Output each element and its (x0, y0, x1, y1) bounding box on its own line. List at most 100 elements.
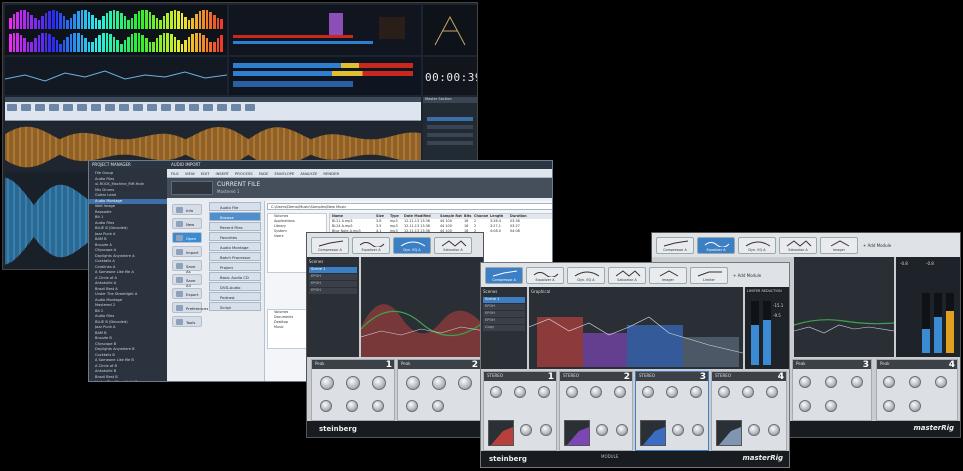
q-knob[interactable] (458, 376, 472, 390)
release-knob[interactable] (768, 424, 780, 436)
ribbon-tool-icon[interactable] (77, 104, 87, 111)
nav-export-button[interactable]: Export (172, 288, 202, 299)
menu-basic-audio-cd[interactable]: Basic Audio CD (209, 272, 261, 281)
tab-file[interactable]: FILE (171, 171, 179, 176)
tab-render[interactable]: RENDER (323, 171, 339, 176)
tab-process[interactable]: PROCESS (235, 171, 253, 176)
gain-knob-8[interactable] (909, 400, 921, 412)
freq-knob-7[interactable] (799, 400, 811, 412)
freq-knob[interactable] (799, 376, 811, 388)
menu-recent-files[interactable]: Recent Files (209, 222, 261, 231)
ribbon-tool-icon[interactable] (105, 104, 115, 111)
module-dyn-eq[interactable]: Dyn. EQ A (393, 236, 431, 254)
ribbon-tool-icon[interactable] (133, 104, 143, 111)
tab-view[interactable]: VIEW (185, 171, 195, 176)
menu-browse[interactable]: Browse (209, 212, 261, 221)
threshold-knob[interactable] (490, 386, 502, 398)
ribbon-tool-icon[interactable] (231, 104, 241, 111)
scene-item[interactable]: EPOH (309, 288, 357, 294)
module-compressor[interactable]: Compressor A (311, 236, 349, 254)
module-saturator[interactable]: Saturator A (434, 236, 472, 254)
ribbon-tool-icon[interactable] (35, 104, 45, 111)
eq-graph-right[interactable] (793, 257, 895, 357)
ratio-knob[interactable] (514, 386, 526, 398)
eq-graph-left[interactable] (360, 257, 483, 357)
attack-knob[interactable] (748, 424, 760, 436)
module-equalizer[interactable]: Equalizer A (526, 266, 564, 284)
release-knob[interactable] (616, 424, 628, 436)
menu-audio-file[interactable]: Audio File (209, 202, 261, 211)
range-knob[interactable] (372, 400, 384, 412)
ribbon-tool-icon[interactable] (217, 104, 227, 111)
module-equalizer[interactable]: Equalizer A (697, 236, 735, 254)
nav-import-button[interactable]: Import (172, 246, 202, 257)
nav-save-as-button[interactable]: Save As (172, 260, 202, 274)
ribbon-tool-icon[interactable] (49, 104, 59, 111)
waveform-track-blue[interactable] (4, 173, 95, 269)
freq-knob[interactable] (406, 376, 420, 390)
ratio-knob[interactable] (666, 386, 678, 398)
module-compressor[interactable]: Compressor A (485, 266, 523, 284)
menu-batch-processor[interactable]: Batch Processor (209, 252, 261, 261)
q-knob[interactable] (851, 376, 863, 388)
gain-knob[interactable] (909, 376, 921, 388)
scene-item[interactable]: Scene 1 (483, 297, 525, 303)
scene-item[interactable]: EPOH (483, 318, 525, 324)
ribbon-tool-icon[interactable] (203, 104, 213, 111)
threshold-knob[interactable] (718, 386, 730, 398)
freq-knob-8[interactable] (883, 400, 895, 412)
release-knob[interactable] (692, 424, 704, 436)
path-field[interactable]: C:\Users\Demo\Music\Samples\New Music (267, 203, 552, 210)
module-imager[interactable]: Imager (649, 266, 687, 284)
compressor-graph[interactable]: Graphical (529, 287, 743, 369)
threshold-knob[interactable] (642, 386, 654, 398)
tab-edit[interactable]: EDIT (201, 171, 210, 176)
scene-item[interactable]: EPOH (309, 274, 357, 280)
scene-item[interactable]: EPOH (483, 304, 525, 310)
nav-info-button[interactable]: Info (172, 204, 202, 215)
menu-dvd-audio[interactable]: DVD-Audio (209, 282, 261, 291)
ribbon-tool-icon[interactable] (119, 104, 129, 111)
makeup-knob[interactable] (690, 386, 702, 398)
menu-project[interactable]: Project (209, 262, 261, 271)
ribbon-tool-icon[interactable] (175, 104, 185, 111)
nav-tools-button[interactable]: Tools (172, 316, 202, 327)
tab-fade[interactable]: FADE (259, 171, 269, 176)
gain-knob[interactable] (825, 376, 837, 388)
q-knob[interactable] (372, 376, 386, 390)
q-knob[interactable] (935, 376, 947, 388)
gain-knob-7[interactable] (825, 400, 837, 412)
module-limiter[interactable]: Limiter (690, 266, 728, 284)
scene-item[interactable]: EPOH (309, 281, 357, 287)
ribbon-tool-icon[interactable] (245, 104, 255, 111)
tab-insert[interactable]: INSERT (215, 171, 228, 176)
makeup-knob[interactable] (538, 386, 550, 398)
makeup-knob[interactable] (766, 386, 778, 398)
ratio-knob[interactable] (346, 400, 358, 412)
master-slot-2[interactable] (427, 125, 473, 129)
threshold-knob[interactable] (566, 386, 578, 398)
ribbon-tool-icon[interactable] (7, 104, 17, 111)
ratio-knob[interactable] (742, 386, 754, 398)
nav-save-all-button[interactable]: Save All (172, 274, 202, 288)
attack-knob[interactable] (520, 424, 532, 436)
freq-knob[interactable] (883, 376, 895, 388)
attack-knob[interactable] (596, 424, 608, 436)
tab-envelope[interactable]: ENVELOPE (274, 171, 294, 176)
menu-script[interactable]: Script (209, 302, 261, 311)
gain-knob[interactable] (432, 376, 446, 390)
ribbon-tool-icon[interactable] (63, 104, 73, 111)
freq-knob[interactable] (320, 376, 334, 390)
module-dyn-eq[interactable]: Dyn. EQ A (567, 266, 605, 284)
gain-knob[interactable] (346, 376, 360, 390)
add-module-button[interactable]: + Add Module (861, 243, 891, 248)
module-saturator[interactable]: Saturator A (779, 236, 817, 254)
add-module-button[interactable]: + Add Module (731, 273, 761, 278)
threshold-knob[interactable] (406, 400, 418, 412)
scene-item[interactable]: EPOH (483, 311, 525, 317)
scene-item[interactable]: Scene 1 (309, 267, 357, 273)
ribbon-tool-icon[interactable] (21, 104, 31, 111)
menu-audio-montage[interactable]: Audio Montage (209, 242, 261, 251)
ribbon-tool-icon[interactable] (189, 104, 199, 111)
nav-open-button[interactable]: Open (172, 232, 202, 243)
